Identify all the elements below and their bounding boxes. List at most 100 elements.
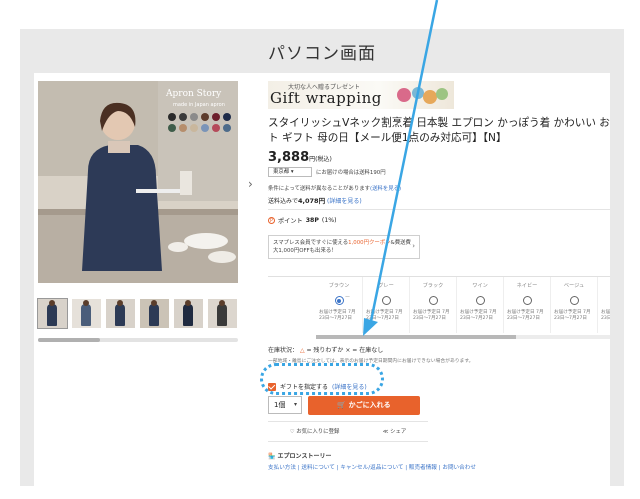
shipping-total-label: 送料込みで bbox=[268, 198, 299, 205]
stock-legend: 在庫状況： △ = 残りわずか × = 在庫なし bbox=[268, 345, 383, 354]
price-suffix: 円(税込) bbox=[309, 156, 332, 163]
swatch bbox=[190, 124, 198, 132]
shipping-note: 条件によって送料が異なることがあります(送料を見る) bbox=[268, 184, 401, 192]
swatch bbox=[168, 124, 176, 132]
variant-name: ブラック bbox=[422, 283, 444, 289]
variant-stock-mark: ー bbox=[345, 295, 351, 301]
variant-column[interactable]: ワインお届け予定日 7月23日〜7月27日 bbox=[457, 277, 504, 333]
product-title-line2: ト ギフト 母の日【メール便1点のみ対応可】【N】 bbox=[268, 132, 507, 144]
swatch bbox=[212, 124, 220, 132]
promo-text: &費送費 bbox=[390, 240, 411, 246]
variant-column[interactable]: ブラウンーお届け予定日 7月23日〜7月27日 bbox=[316, 277, 363, 333]
annotation-highlight-ring bbox=[260, 363, 384, 395]
swatch bbox=[179, 113, 187, 121]
points-label: ポイント bbox=[278, 218, 303, 225]
variant-radio[interactable] bbox=[475, 296, 485, 305]
thumbnail[interactable] bbox=[208, 299, 237, 328]
share-button[interactable]: ≪ シェア bbox=[383, 427, 407, 435]
triangle-icon: △ bbox=[299, 347, 305, 354]
shipping-row: 東京都 ▾ にお届けの場合は送料190円 bbox=[268, 167, 386, 177]
shipping-region: 東京都 bbox=[273, 169, 290, 175]
gallery-scrollbar[interactable] bbox=[38, 338, 238, 342]
shipping-note-link[interactable]: (送料を見る) bbox=[370, 186, 401, 192]
swatch bbox=[223, 113, 231, 121]
variant-delivery-note: お届け予定日 7月23日〜7月27日 bbox=[554, 310, 591, 321]
gift-ribbon-icon bbox=[397, 87, 448, 104]
divider bbox=[268, 441, 428, 442]
thumbnail[interactable] bbox=[72, 299, 101, 328]
swatch bbox=[201, 124, 209, 132]
variant-name: グレー bbox=[378, 283, 394, 289]
thumbnail-strip bbox=[37, 298, 238, 329]
product-info: 大切な人へ贈るプレゼント Gift wrapping スタイリッシュVネック割烹… bbox=[268, 73, 610, 486]
promo-line1: スマプレス会員ですぐに使える1,000円クーポン&費送費 bbox=[273, 239, 415, 247]
variant-delivery-note: お届け予定日 7月23日〜7月27日 bbox=[460, 310, 497, 321]
shop-links[interactable]: 支払い方法 | 送料について | キャンセル/返品について | 販売者情報 | … bbox=[268, 463, 476, 471]
promo-text: スマプレス会員ですぐに使える bbox=[273, 240, 349, 246]
shipping-region-select[interactable]: 東京都 ▾ bbox=[268, 167, 312, 177]
thumbnail[interactable] bbox=[140, 299, 169, 328]
product-page: Apron Story made in Japan apron › 大切な人へ贈… bbox=[34, 73, 610, 486]
points-value: 38P bbox=[305, 217, 319, 224]
variant-name: ネイビー bbox=[516, 283, 538, 289]
variant-radio[interactable] bbox=[522, 296, 532, 305]
main-product-photo[interactable]: Apron Story made in Japan apron bbox=[38, 81, 238, 283]
product-photo-illustration bbox=[38, 81, 238, 283]
add-to-cart-button[interactable]: 🛒 かごに入れる bbox=[308, 396, 420, 415]
product-price: 3,888円(税込) bbox=[268, 150, 332, 165]
thumbnail[interactable] bbox=[106, 299, 135, 328]
variant-scrollbar[interactable] bbox=[316, 335, 610, 339]
variant-delivery-note: お届け予定日 7月23日〜7月27日 bbox=[366, 310, 403, 321]
swatch bbox=[223, 124, 231, 132]
chevron-right-icon: › bbox=[412, 242, 415, 250]
variant-delivery-note: お届け予定日 7月23日〜7月27日 bbox=[413, 310, 450, 321]
variant-delivery-note: お届け予定日 7月23日〜7月27日 bbox=[507, 310, 544, 321]
promo-line2: 大1,000円OFFも出来る！ bbox=[273, 248, 337, 254]
swatch bbox=[179, 124, 187, 132]
variant-delivery-note: お届け予定日 7月23日〜7月27日 bbox=[319, 310, 356, 321]
thumbnail[interactable] bbox=[37, 298, 68, 329]
promo-highlight: 1,000円クーポン bbox=[348, 240, 391, 246]
variant-name: ワイン bbox=[472, 283, 488, 289]
variant-radio[interactable] bbox=[569, 296, 579, 305]
product-title: スタイリッシュVネック割烹着 日本製 エプロン かっぽう着 かわいい おしゃれ bbox=[268, 117, 610, 129]
shipping-region-note: にお届けの場合は送料190円 bbox=[316, 170, 386, 176]
variant-column[interactable]: ベージュお届け予定日 7月23日〜7月27日 bbox=[551, 277, 598, 333]
variant-column[interactable]: グレーお届け予定日 7月23日〜7月27日 bbox=[363, 277, 410, 333]
gift-banner-title: Gift wrapping bbox=[270, 89, 382, 107]
variant-table: ブラウンーお届け予定日 7月23日〜7月27日 グレー お届け予定日 7月23日〜7… bbox=[268, 276, 610, 333]
shipping-total: 送料込みで4,078円 (詳細を見る) bbox=[268, 195, 362, 205]
divider bbox=[268, 421, 428, 422]
quantity-select[interactable]: 1個 ▾ bbox=[268, 396, 302, 414]
variant-name: ブラウン bbox=[328, 283, 350, 289]
swatch bbox=[201, 113, 209, 121]
shipping-total-value: 4,078円 bbox=[298, 197, 326, 205]
screenshot-frame: パソコン画面 Apron Story made in Japan apron ›… bbox=[20, 29, 624, 486]
variant-radio[interactable] bbox=[334, 296, 344, 305]
variant-column[interactable]: ブラックお届け予定日 7月23日〜7月27日 bbox=[410, 277, 457, 333]
frame-title: パソコン画面 bbox=[268, 44, 376, 64]
price-value: 3,888 bbox=[268, 150, 310, 165]
points-icon: P bbox=[268, 217, 275, 224]
stock-text: = 残りわずか × = 在庫なし bbox=[306, 347, 384, 354]
coupon-promo-box[interactable]: スマプレス会員ですぐに使える1,000円クーポン&費送費 大1,000円OFFも… bbox=[268, 235, 420, 259]
shipping-total-link[interactable]: (詳細を見る) bbox=[327, 198, 362, 205]
variant-name: ボ bbox=[598, 282, 610, 289]
gift-wrapping-banner[interactable]: 大切な人へ贈るプレゼント Gift wrapping bbox=[268, 81, 454, 109]
variant-column[interactable]: ネイビーお届け予定日 7月23日〜7月27日 bbox=[504, 277, 551, 333]
gallery-next-arrow-icon[interactable]: › bbox=[248, 177, 253, 191]
action-row: ♡ お気に入りに登録 ≪ シェア bbox=[268, 427, 428, 435]
color-swatches bbox=[168, 113, 232, 132]
variant-name: ベージュ bbox=[563, 283, 585, 289]
variant-radio[interactable] bbox=[381, 296, 391, 305]
chevron-down-icon: ▾ bbox=[293, 401, 297, 408]
variant-column[interactable]: ボお届け予定日 7月23日 bbox=[598, 277, 610, 333]
shop-name[interactable]: 🏪 エプロンストーリー bbox=[268, 451, 331, 460]
divider bbox=[268, 209, 610, 210]
shipping-note-text: 条件によって送料が異なることがあります bbox=[268, 186, 370, 192]
favorite-button[interactable]: ♡ お気に入りに登録 bbox=[290, 427, 340, 435]
points-rate: (1%) bbox=[321, 217, 337, 224]
variant-radio[interactable] bbox=[428, 296, 438, 305]
swatch bbox=[190, 113, 198, 121]
thumbnail[interactable] bbox=[174, 299, 203, 328]
